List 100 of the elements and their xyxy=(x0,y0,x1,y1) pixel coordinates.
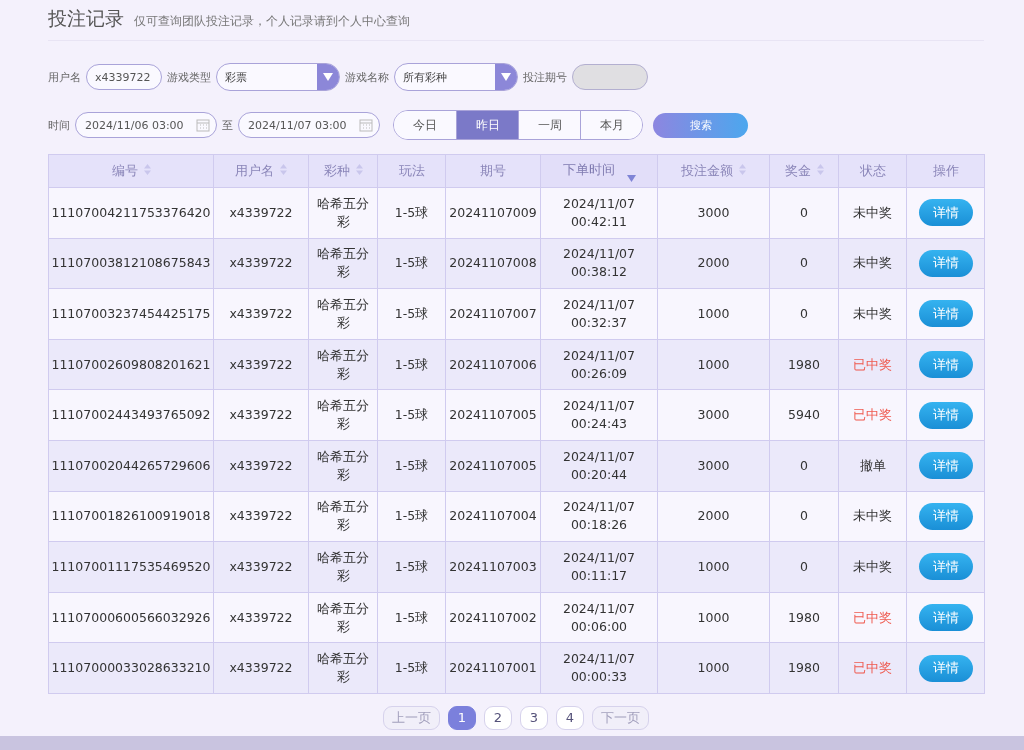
table-cell: 哈希五分彩 xyxy=(308,642,378,694)
table-cell: 1-5球 xyxy=(377,491,446,542)
search-button[interactable]: 搜索 xyxy=(653,112,748,138)
table-cell: 20241107003 xyxy=(445,541,541,593)
table-cell: 11107004211753376420 xyxy=(48,187,214,239)
page-button[interactable]: 2 xyxy=(484,705,512,730)
table-cell: 1000 xyxy=(657,288,770,340)
table-cell: 1-5球 xyxy=(377,389,446,441)
table-cell: 1-5球 xyxy=(377,440,446,492)
detail-button[interactable]: 详情 xyxy=(918,654,973,682)
column-header[interactable]: 奖金 xyxy=(769,154,839,188)
username-field[interactable]: x4339722 xyxy=(86,64,162,90)
table-cell: 2024/11/07 00:32:37 xyxy=(540,288,658,340)
page-button[interactable]: 3 xyxy=(520,705,548,730)
page-button[interactable]: 1 xyxy=(448,705,476,730)
table-cell: 哈希五分彩 xyxy=(308,238,378,289)
detail-button[interactable]: 详情 xyxy=(918,401,973,429)
table-cell: 2024/11/07 00:20:44 xyxy=(540,440,658,492)
status-text: 已中奖 xyxy=(853,356,892,372)
table-cell: 11107000600566032926 xyxy=(48,592,214,643)
table-cell: 0 xyxy=(769,187,839,239)
period-field[interactable] xyxy=(572,64,648,90)
table-cell: x4339722 xyxy=(213,642,309,694)
table-cell: 1-5球 xyxy=(377,288,446,340)
status-text: 未中奖 xyxy=(853,508,892,524)
column-header[interactable]: 编号 xyxy=(48,154,214,188)
table-cell: x4339722 xyxy=(213,339,309,390)
table-cell: 1-5球 xyxy=(377,642,446,694)
table-cell: 20241107002 xyxy=(445,592,541,643)
column-header[interactable]: 彩种 xyxy=(308,154,378,188)
column-header[interactable]: 期号 xyxy=(445,154,541,188)
table-cell: 5940 xyxy=(769,389,839,441)
start-time-field[interactable]: 2024/11/06 03:00 xyxy=(75,112,217,138)
table-cell: x4339722 xyxy=(213,238,309,289)
detail-button[interactable]: 详情 xyxy=(918,199,973,227)
status-text: 未中奖 xyxy=(853,306,892,321)
status-text: 未中奖 xyxy=(853,204,892,220)
table-cell: 20241107006 xyxy=(445,339,541,390)
table-cell: 哈希五分彩 xyxy=(308,389,378,441)
table-cell: x4339722 xyxy=(213,491,309,542)
calendar-icon xyxy=(196,118,210,132)
column-header[interactable]: 下单时间 xyxy=(540,154,658,188)
column-header[interactable]: 操作 xyxy=(906,154,985,188)
table-cell: 2024/11/07 00:26:09 xyxy=(540,339,658,390)
column-header[interactable]: 状态 xyxy=(838,154,907,188)
table-cell: 1-5球 xyxy=(377,592,446,643)
table-cell: 1980 xyxy=(769,339,839,390)
table-cell: 2024/11/07 00:24:43 xyxy=(540,389,658,441)
calendar-icon xyxy=(359,118,373,132)
range-tab[interactable]: 昨日 xyxy=(456,111,518,139)
status-text: 未中奖 xyxy=(853,255,892,271)
table-cell: 1000 xyxy=(657,339,770,390)
table-cell: 2000 xyxy=(657,238,770,289)
table-cell: 11107000033028633210 xyxy=(48,642,214,694)
table-cell: 2024/11/07 00:06:00 xyxy=(540,592,658,643)
table-cell: 20241107008 xyxy=(445,238,541,289)
status-text: 撤单 xyxy=(859,457,886,473)
sort-icon[interactable] xyxy=(355,164,363,175)
column-header[interactable]: 用户名 xyxy=(213,154,309,188)
table-cell: 0 xyxy=(769,541,839,593)
game-type-dropdown[interactable]: 彩票 xyxy=(216,63,340,91)
status-text: 已中奖 xyxy=(853,407,892,423)
field-label: 用户名 xyxy=(48,69,81,85)
end-time-field[interactable]: 2024/11/07 03:00 xyxy=(238,112,380,138)
sort-icon[interactable] xyxy=(816,164,824,175)
detail-button[interactable]: 详情 xyxy=(918,351,973,379)
game-name-dropdown[interactable]: 所有彩种 xyxy=(394,63,518,91)
table-cell: 0 xyxy=(769,491,839,542)
status-text: 已中奖 xyxy=(853,609,892,625)
field-label: 至 xyxy=(222,117,233,133)
detail-button[interactable]: 详情 xyxy=(918,604,973,632)
table-cell: 哈希五分彩 xyxy=(308,541,378,593)
column-header[interactable]: 投注金额 xyxy=(657,154,770,188)
table-cell: 11107002609808201621 xyxy=(48,339,214,390)
table-cell: 2000 xyxy=(657,491,770,542)
column-header[interactable]: 玩法 xyxy=(377,154,446,188)
table-cell: 哈希五分彩 xyxy=(308,491,378,542)
detail-button[interactable]: 详情 xyxy=(918,300,973,328)
range-tab[interactable]: 一周 xyxy=(518,111,580,139)
table-cell: 哈希五分彩 xyxy=(308,187,378,239)
sort-icon[interactable] xyxy=(280,164,287,175)
field-label: 时间 xyxy=(48,117,70,133)
table-cell: 1980 xyxy=(769,642,839,694)
sort-desc-icon[interactable] xyxy=(626,174,636,182)
field-label: 游戏类型 xyxy=(167,69,211,85)
table-cell: 哈希五分彩 xyxy=(308,592,378,643)
range-tab[interactable]: 本月 xyxy=(580,111,642,139)
table-cell: 20241107007 xyxy=(445,288,541,340)
range-tab[interactable]: 今日 xyxy=(394,111,456,139)
table-cell: 哈希五分彩 xyxy=(308,440,378,492)
detail-button[interactable]: 详情 xyxy=(918,553,973,581)
detail-button[interactable]: 详情 xyxy=(918,502,973,530)
detail-button[interactable]: 详情 xyxy=(918,249,973,277)
sort-icon[interactable] xyxy=(143,164,151,175)
detail-button[interactable]: 详情 xyxy=(918,452,973,480)
table-cell: x4339722 xyxy=(213,592,309,643)
table-cell: 2024/11/07 00:18:26 xyxy=(540,491,658,542)
caret-icon xyxy=(501,73,511,81)
sort-icon[interactable] xyxy=(739,164,746,175)
page-button[interactable]: 4 xyxy=(556,705,584,730)
